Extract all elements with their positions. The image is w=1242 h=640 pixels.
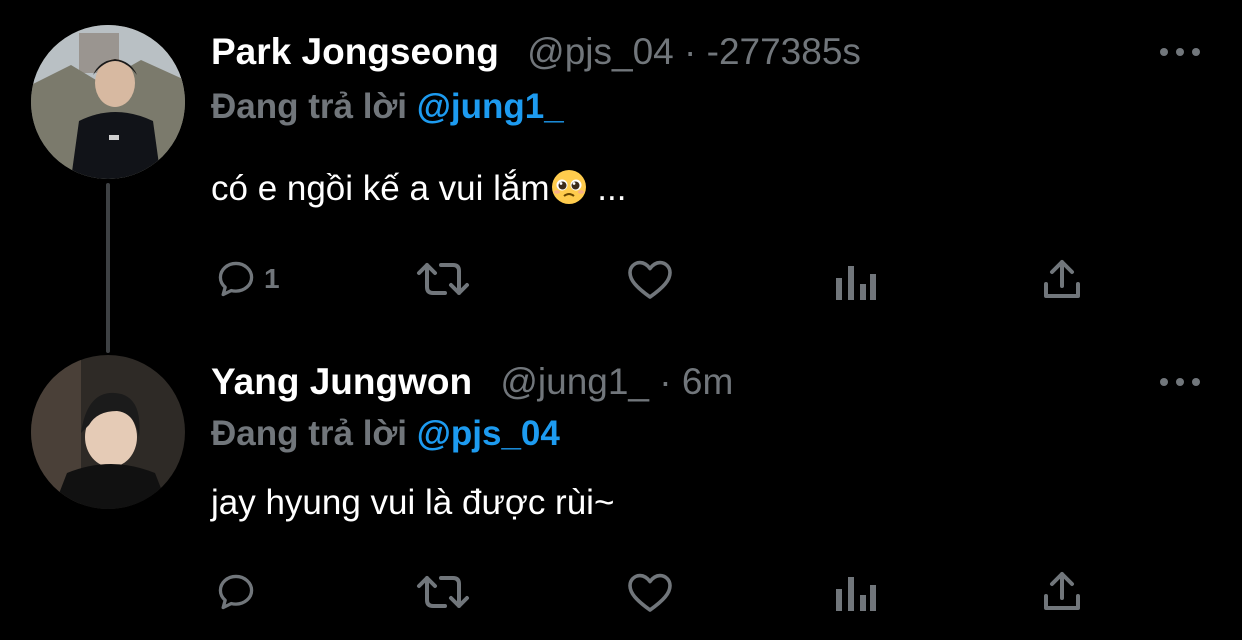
share-icon [1040,570,1084,614]
reply-prefix: Đang trả lời [211,87,408,126]
reply-context: Đang trả lời @pjs_04 [211,413,560,455]
like-button[interactable] [626,257,674,301]
reply-icon [214,570,258,614]
analytics-button[interactable] [834,262,878,302]
reply-prefix: Đang trả lời [211,414,408,453]
retweet-button[interactable] [413,257,473,301]
like-icon [626,257,674,301]
tweet-text-main: có e ngồi kế a vui lắm [211,169,550,208]
tweet-header: Park Jongseong @pjs_04 · -277385s [211,30,861,74]
avatar[interactable] [31,355,185,509]
more-icon[interactable] [1160,372,1200,392]
tweet-text: jay hyung vui là được rùi~ [211,483,615,522]
timestamp[interactable]: 6m [682,361,733,402]
tweet-text-suffix: ... [587,169,627,208]
timestamp[interactable]: -277385s [707,31,861,72]
separator-dot: · [659,361,672,402]
more-icon[interactable] [1160,42,1200,62]
display-name[interactable]: Yang Jungwon [211,361,472,402]
retweet-icon [413,570,473,614]
avatar[interactable] [31,25,185,179]
user-handle[interactable]: @jung1_ [500,361,649,402]
analytics-icon [834,262,878,302]
reply-button[interactable]: 1 [214,257,280,301]
like-button[interactable] [626,570,674,614]
share-icon [1040,258,1084,302]
reply-mention[interactable]: @jung1_ [417,87,564,126]
display-name[interactable]: Park Jongseong [211,31,499,72]
tweet-text: có e ngồi kế a vui lắm ... [211,167,626,217]
reply-icon [214,257,258,301]
share-button[interactable] [1040,258,1084,302]
reply-mention[interactable]: @pjs_04 [417,414,560,453]
like-icon [626,570,674,614]
reply-button[interactable] [214,570,264,614]
retweet-button[interactable] [413,570,473,614]
analytics-button[interactable] [834,573,878,613]
user-handle[interactable]: @pjs_04 [527,31,674,72]
reply-context: Đang trả lời @jung1_ [211,86,564,128]
reply-count: 1 [264,263,280,294]
pleading-face-emoji-icon [550,168,588,217]
retweet-icon [413,257,473,301]
thread-connector-line [106,183,110,353]
analytics-icon [834,573,878,613]
separator-dot: · [684,31,697,72]
tweet-header: Yang Jungwon @jung1_ · 6m [211,360,733,404]
share-button[interactable] [1040,570,1084,614]
